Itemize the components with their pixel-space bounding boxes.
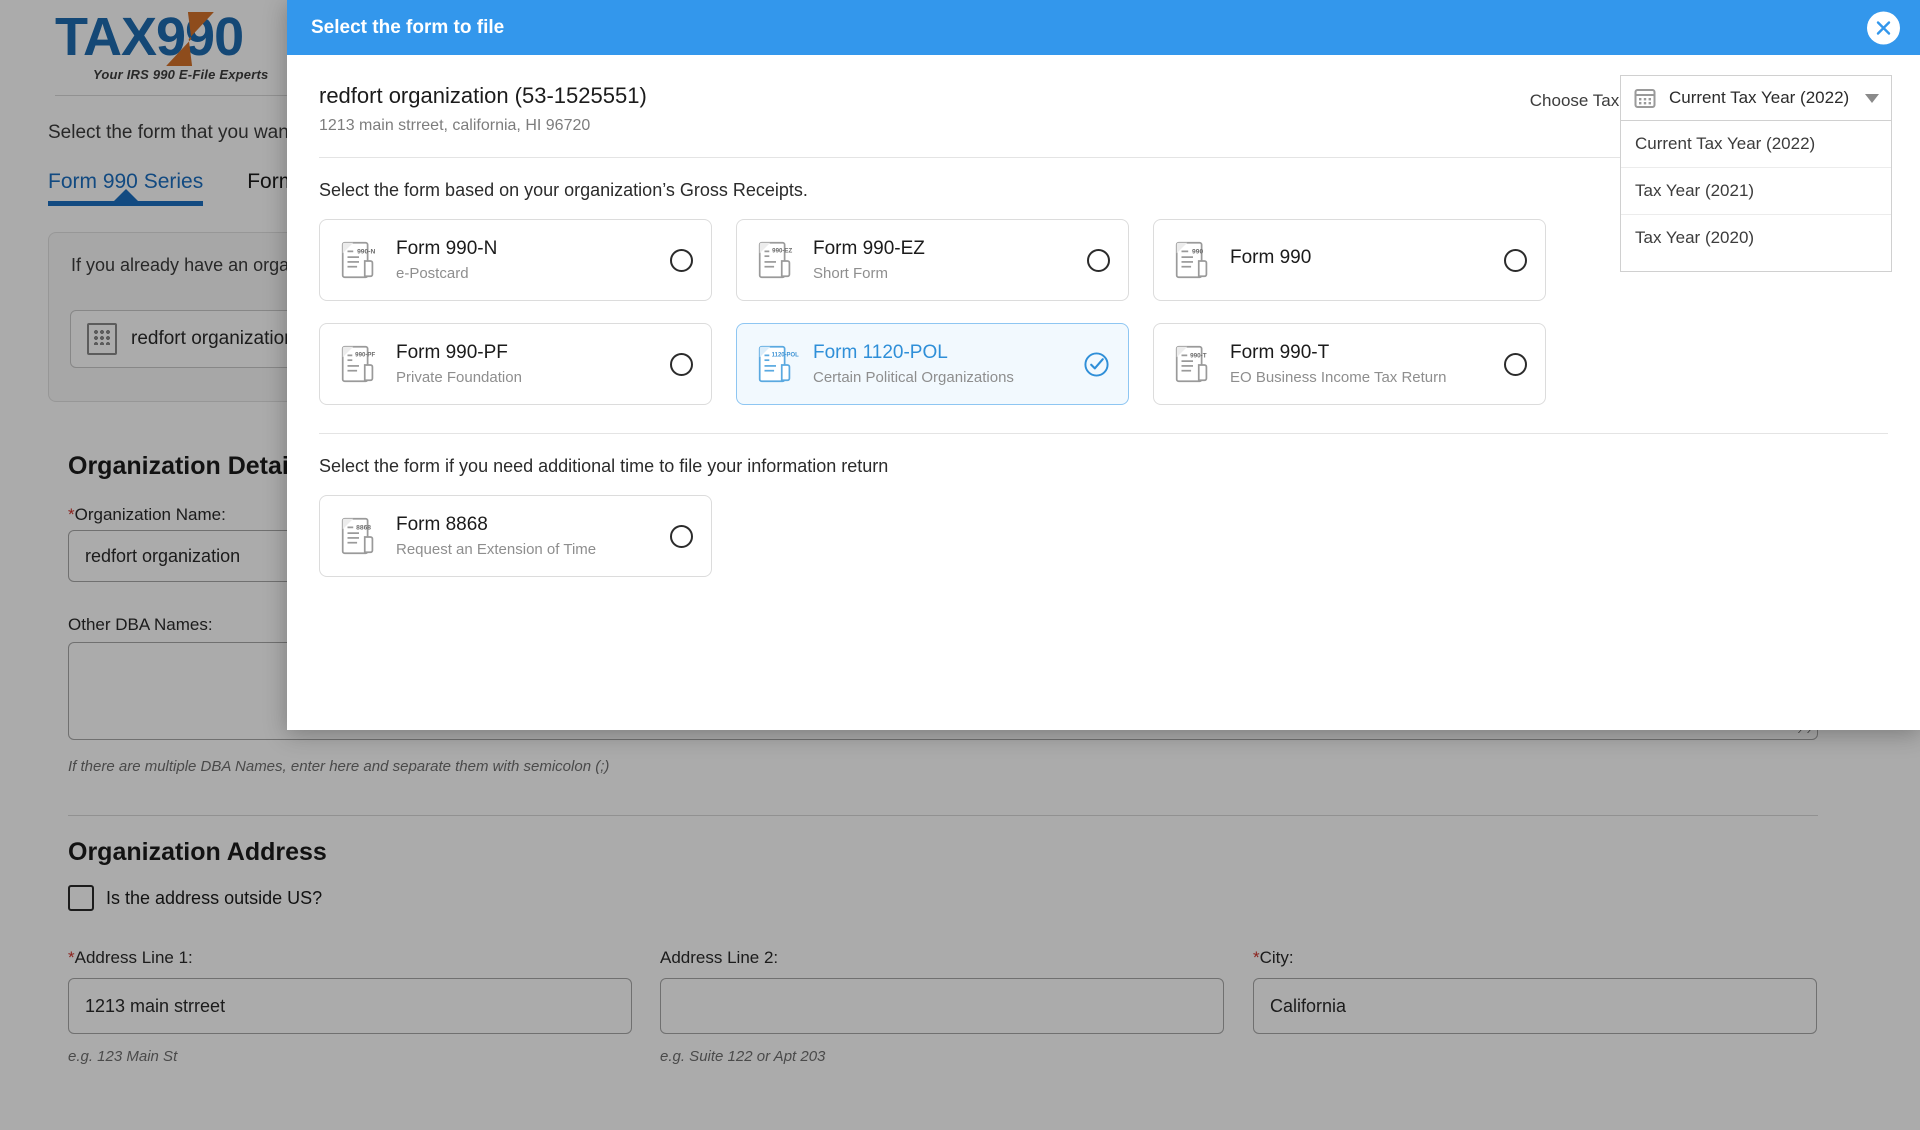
modal-header: Select the form to file: [287, 0, 1920, 55]
document-icon: 990-N: [341, 241, 375, 279]
form-card-radio[interactable]: [670, 524, 693, 548]
form-card-990-ez[interactable]: 990-EZ Form 990-EZ Short Form: [736, 219, 1129, 301]
form-card-990-pf[interactable]: 990-PF Form 990-PF Private Foundation: [319, 323, 712, 405]
modal-divider-bottom: [319, 433, 1888, 434]
modal-body: redfort organization (53-1525551) 1213 m…: [287, 55, 1920, 730]
form-card-texts: Form 990-N e-Postcard: [396, 238, 656, 282]
form-badge-text: 990: [1192, 248, 1203, 255]
form-card-radio[interactable]: [670, 352, 693, 376]
form-card-radio[interactable]: [1087, 248, 1110, 272]
check-circle-icon[interactable]: [1083, 351, 1110, 378]
form-card-texts: Form 8868 Request an Extension of Time: [396, 514, 656, 558]
tax-year-select-trigger[interactable]: Current Tax Year (2022): [1620, 75, 1892, 121]
extension-lead: Select the form if you need additional t…: [319, 456, 889, 476]
calendar-icon: [1634, 89, 1656, 108]
form-card-title: Form 990-T: [1230, 342, 1330, 363]
form-card-title: Form 990-N: [396, 238, 498, 259]
tax-year-option-2[interactable]: Tax Year (2020): [1621, 214, 1891, 261]
chevron-down-icon: [1865, 93, 1879, 103]
document-icon: 1120-POL: [758, 345, 799, 383]
form-card-title: Form 990-EZ: [813, 238, 925, 259]
form-card-title: Form 1120-POL: [813, 342, 948, 363]
tax-year-selected-value: Current Tax Year (2022): [1669, 88, 1850, 107]
document-icon: 990: [1175, 241, 1208, 279]
extension-form-grid: 8868 Form 8868 Request an Extension of T…: [319, 495, 1888, 577]
document-icon: 990-PF: [341, 345, 376, 383]
form-badge-text: 8868: [356, 524, 371, 531]
form-card-texts: Form 990-EZ Short Form: [813, 238, 1073, 282]
modal-title: Select the form to file: [311, 16, 505, 38]
form-card-subtitle: Private Foundation: [396, 369, 522, 386]
form-card-texts: Form 990-T EO Business Income Tax Return: [1230, 342, 1490, 386]
form-card-subtitle: EO Business Income Tax Return: [1230, 369, 1447, 386]
form-card-subtitle: Short Form: [813, 265, 889, 282]
form-card-texts: Form 1120-POL Certain Political Organiza…: [813, 342, 1069, 386]
form-card-990-t[interactable]: 990-T Form 990-T EO Business Income Tax …: [1153, 323, 1546, 405]
tax-year-options-menu: Current Tax Year (2022) Tax Year (2021) …: [1620, 121, 1892, 272]
form-card-radio[interactable]: [670, 248, 693, 272]
form-card-subtitle: Certain Political Organizations: [813, 369, 1014, 386]
form-badge-text: 990-T: [1190, 352, 1207, 359]
document-icon: 990-EZ: [758, 241, 793, 279]
form-badge-text: 1120-POL: [772, 352, 799, 358]
form-card-1120-pol[interactable]: 1120-POL Form 1120-POL Certain Political…: [736, 323, 1129, 405]
form-card-subtitle: Request an Extension of Time: [396, 541, 597, 558]
form-badge-text: 990-EZ: [772, 247, 792, 254]
form-card-texts: Form 990: [1230, 247, 1490, 274]
form-card-8868[interactable]: 8868 Form 8868 Request an Extension of T…: [319, 495, 712, 577]
tax-year-option-0[interactable]: Current Tax Year (2022): [1621, 121, 1891, 167]
form-card-990-n[interactable]: 990-N Form 990-N e-Postcard: [319, 219, 712, 301]
form-card-990[interactable]: 990 Form 990: [1153, 219, 1546, 301]
select-form-modal: Select the form to file redfort organiza…: [287, 0, 1920, 730]
form-card-texts: Form 990-PF Private Foundation: [396, 342, 656, 386]
form-card-title: Form 8868: [396, 514, 488, 535]
form-card-title: Form 990-PF: [396, 342, 508, 363]
form-badge-text: 990-PF: [355, 351, 375, 358]
form-card-title: Form 990: [1230, 246, 1312, 268]
form-card-radio[interactable]: [1504, 248, 1527, 272]
close-icon[interactable]: [1867, 11, 1900, 44]
form-card-subtitle: e-Postcard: [396, 265, 469, 282]
document-icon: 8868: [341, 517, 374, 555]
form-badge-text: 990-N: [357, 248, 375, 255]
document-icon: 990-T: [1175, 345, 1208, 383]
tax-year-dropdown: Current Tax Year (2022) Current Tax Year…: [1620, 75, 1892, 272]
form-card-radio[interactable]: [1504, 352, 1527, 376]
tax-year-option-1[interactable]: Tax Year (2021): [1621, 167, 1891, 214]
